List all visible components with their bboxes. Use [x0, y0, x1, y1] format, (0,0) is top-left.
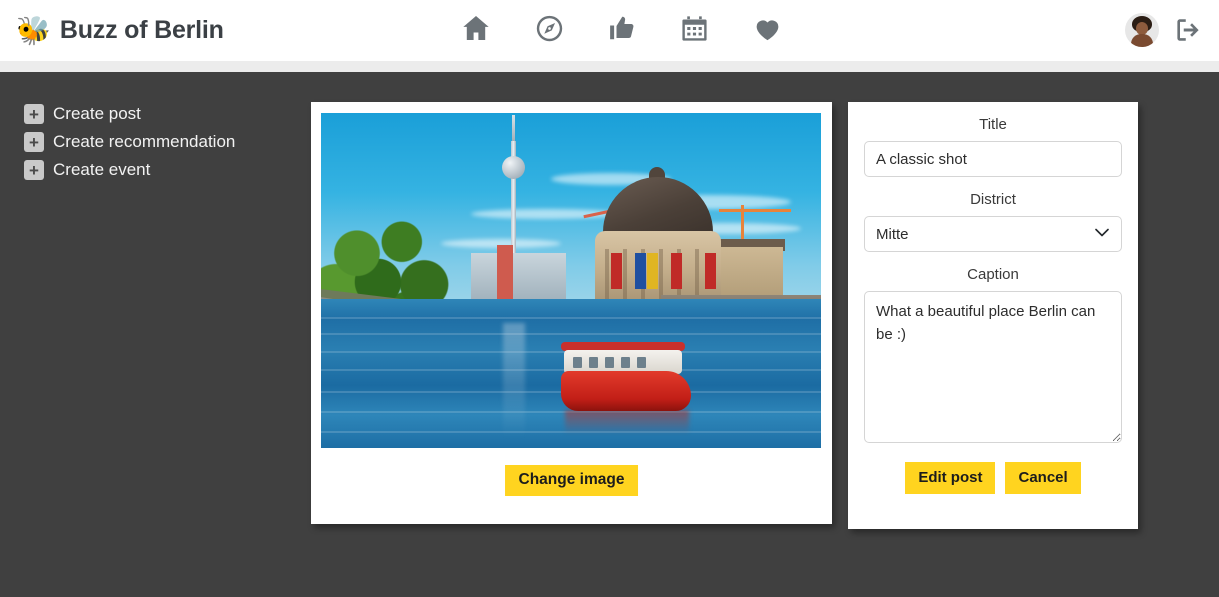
photo-column [695, 249, 699, 299]
photo-boat-reflection [565, 410, 689, 434]
caption-label: Caption [967, 266, 1019, 283]
edit-post-form: Title District Mitte Caption Edit post C… [848, 102, 1138, 529]
photo-column [605, 249, 609, 299]
photo-column [659, 249, 663, 299]
plus-icon: + [24, 160, 44, 180]
change-image-button[interactable]: Change image [504, 465, 639, 496]
photo-banner [647, 253, 658, 289]
photo-column [623, 249, 627, 299]
cancel-button[interactable]: Cancel [1005, 462, 1081, 494]
district-select-wrap: Mitte [864, 216, 1122, 252]
avatar[interactable] [1125, 13, 1159, 47]
sidebar-item-label: Create post [53, 104, 141, 123]
compass-icon[interactable] [535, 14, 564, 43]
brand[interactable]: 🐝 Buzz of Berlin [16, 16, 224, 45]
header-divider-strip [0, 61, 1219, 72]
photo-boat-window [605, 357, 614, 368]
plus-icon: + [24, 104, 44, 124]
photo-bode-museum [561, 167, 785, 317]
logout-icon[interactable] [1173, 15, 1203, 45]
photo-tour-boat [561, 371, 691, 411]
photo-banner [635, 253, 646, 289]
photo-banner [671, 253, 682, 289]
form-actions: Edit post Cancel [864, 462, 1122, 494]
photo-boat-window [589, 357, 598, 368]
photo-tower-reflection [503, 323, 525, 438]
photo-banner [611, 253, 622, 289]
title-input[interactable] [864, 141, 1122, 177]
bee-icon: 🐝 [16, 14, 51, 46]
photo-tv-tower-sphere [502, 156, 525, 179]
sidebar-item-create-post[interactable]: + Create post [24, 104, 300, 124]
calendar-icon[interactable] [680, 14, 709, 43]
sidebar-item-create-recommendation[interactable]: + Create recommendation [24, 132, 300, 152]
post-image[interactable] [321, 113, 821, 448]
photo-background-building-red [497, 245, 513, 303]
home-icon[interactable] [460, 12, 492, 44]
caption-textarea[interactable] [864, 291, 1122, 443]
app-title: Buzz of Berlin [59, 16, 224, 44]
header-right [1125, 13, 1203, 47]
sidebar-item-create-event[interactable]: + Create event [24, 160, 300, 180]
sidebar-item-label: Create recommendation [53, 132, 236, 151]
photo-background-buildings [471, 253, 566, 303]
image-card: Change image [311, 102, 832, 524]
sidebar-item-label: Create event [53, 160, 151, 179]
plus-icon: + [24, 132, 44, 152]
photo-boat-window [573, 357, 582, 368]
photo-boat-window [637, 357, 646, 368]
app-header: 🐝 Buzz of Berlin [0, 0, 1219, 61]
district-label: District [970, 191, 1016, 208]
sidebar: + Create post + Create recommendation + … [0, 72, 300, 188]
edit-post-button[interactable]: Edit post [905, 462, 996, 494]
main-nav [460, 12, 783, 44]
photo-boat-window [621, 357, 630, 368]
heart-icon[interactable] [752, 13, 783, 44]
avatar-body [1131, 34, 1153, 47]
photo-banner [705, 253, 716, 289]
district-select[interactable]: Mitte [864, 216, 1122, 252]
title-label: Title [979, 116, 1007, 133]
thumbs-up-icon[interactable] [607, 13, 637, 43]
